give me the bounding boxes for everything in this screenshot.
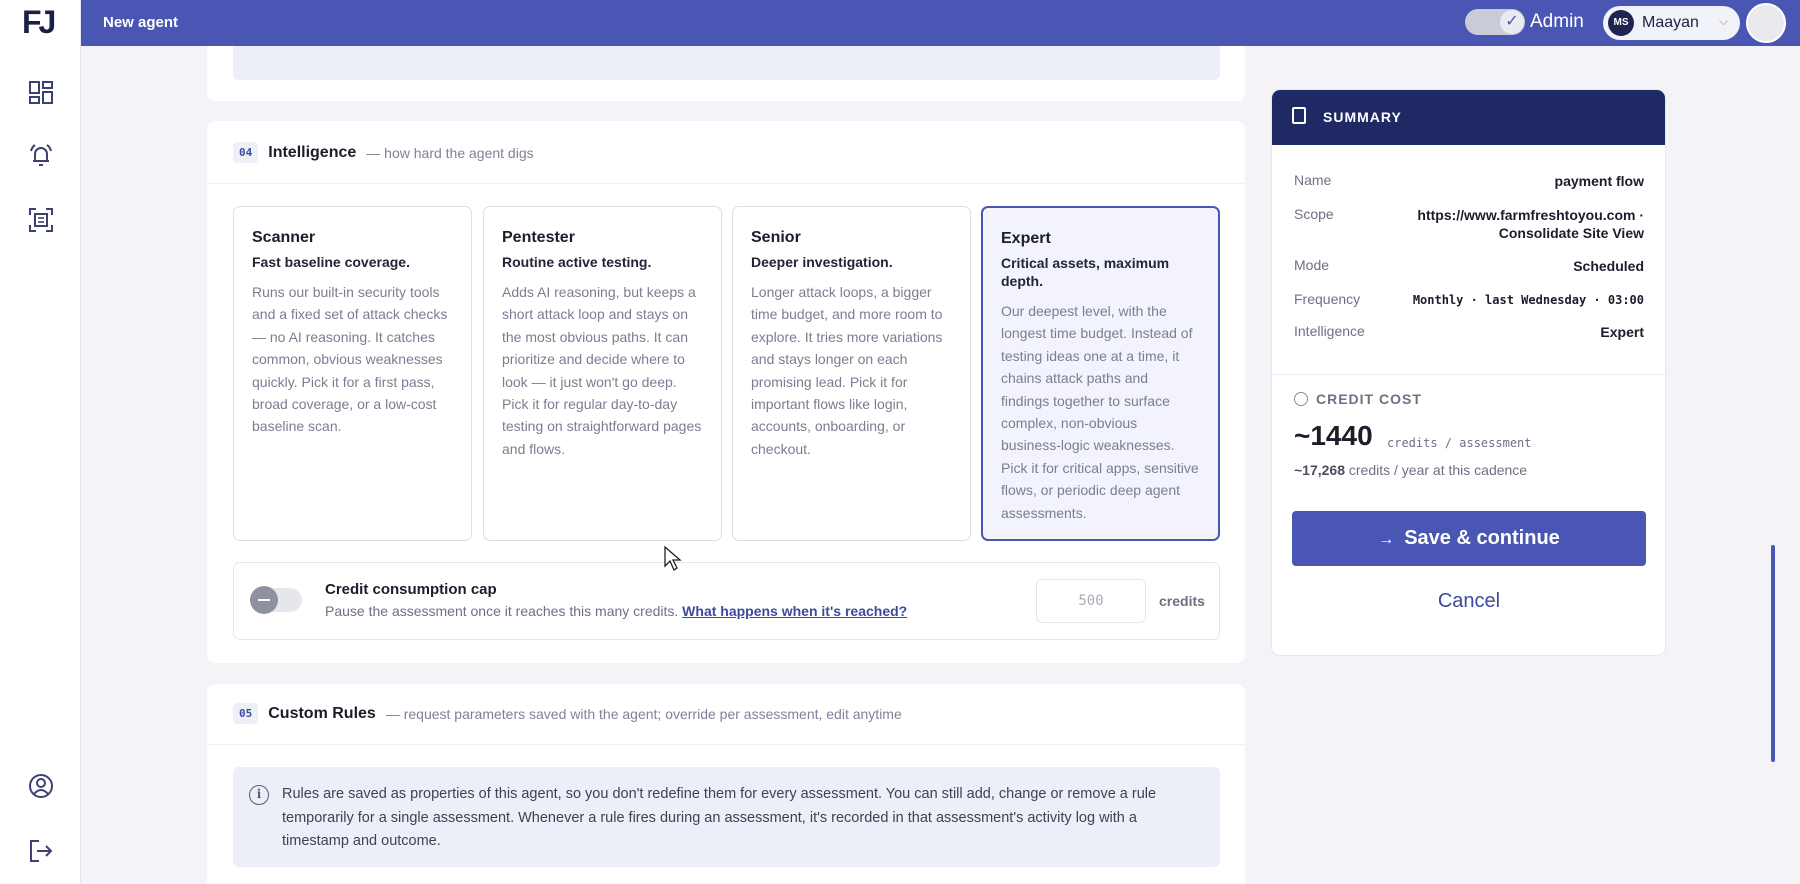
intelligence-header: 04 Intelligence — how hard the agent dig… bbox=[233, 142, 534, 163]
section-subtitle: — how hard the agent digs bbox=[366, 144, 534, 161]
credit-cap-unit: credits bbox=[1159, 593, 1205, 609]
section-divider bbox=[207, 183, 1245, 184]
summary-divider bbox=[1272, 374, 1665, 375]
credits-value: ~1440 bbox=[1294, 420, 1373, 451]
section-subtitle: — request parameters saved with the agen… bbox=[385, 705, 902, 722]
coin-icon bbox=[1294, 392, 1308, 406]
summary-value: payment flow bbox=[1554, 173, 1644, 189]
cancel-button[interactable]: Cancel bbox=[1292, 581, 1646, 621]
summary-key: Intelligence bbox=[1294, 323, 1365, 339]
summary-card: SUMMARY Name payment flow Scope https://… bbox=[1271, 89, 1666, 656]
section-title: Custom Rules bbox=[268, 704, 376, 722]
save-label: Save & continue bbox=[1404, 527, 1560, 549]
level-tagline: Fast baseline coverage. bbox=[252, 254, 410, 270]
level-card-expert[interactable]: Expert Critical assets, maximum depth. O… bbox=[981, 206, 1220, 541]
summary-key: Scope bbox=[1294, 206, 1334, 222]
summary-heading: SUMMARY bbox=[1323, 109, 1402, 125]
credit-cap-description-text: Pause the assessment once it reaches thi… bbox=[325, 603, 679, 619]
section-title: Intelligence bbox=[268, 143, 357, 161]
document-icon bbox=[1292, 107, 1306, 124]
credit-cap-row: Credit consumption cap Pause the assessm… bbox=[233, 562, 1220, 640]
page-title: New agent bbox=[103, 14, 179, 31]
info-icon: i bbox=[249, 785, 269, 805]
previous-section-strip bbox=[233, 46, 1220, 80]
scrollbar-thumb[interactable] bbox=[1771, 545, 1775, 762]
summary-key: Name bbox=[1294, 172, 1332, 188]
yearly-credits-value: ~17,268 bbox=[1294, 462, 1345, 478]
section-divider bbox=[207, 744, 1245, 745]
section-number: 04 bbox=[233, 142, 259, 163]
save-continue-button[interactable]: → Save & continue bbox=[1292, 511, 1646, 566]
level-name: Scanner bbox=[252, 229, 316, 246]
scan-icon[interactable] bbox=[26, 205, 56, 235]
credit-cap-title: Credit consumption cap bbox=[325, 581, 497, 598]
credit-cap-toggle[interactable] bbox=[250, 586, 302, 614]
yearly-credits-suffix: credits / year at this cadence bbox=[1348, 462, 1528, 478]
level-name: Pentester bbox=[502, 229, 575, 246]
summary-value: Scheduled bbox=[1573, 258, 1644, 274]
custom-rules-info-text: Rules are saved as properties of this ag… bbox=[282, 786, 1157, 849]
summary-value: Expert bbox=[1600, 324, 1644, 340]
app-logo[interactable]: FJ bbox=[22, 4, 56, 41]
summary-value: Monthly · last Wednesday · 03:00 bbox=[1412, 293, 1644, 307]
level-tagline: Critical assets, maximum depth. bbox=[1001, 255, 1170, 289]
level-card-senior[interactable]: Senior Deeper investigation. Longer atta… bbox=[732, 206, 971, 541]
level-description: Adds AI reasoning, but keeps a short att… bbox=[502, 284, 702, 457]
summary-header: SUMMARY bbox=[1272, 90, 1665, 145]
avatar: MS bbox=[1608, 10, 1634, 36]
logout-icon[interactable] bbox=[26, 836, 56, 866]
admin-label: Admin bbox=[1530, 11, 1584, 32]
credit-cap-description: Pause the assessment once it reaches thi… bbox=[325, 603, 907, 619]
level-tagline: Deeper investigation. bbox=[751, 254, 893, 270]
check-icon: ✓ bbox=[1500, 10, 1524, 34]
user-menu[interactable]: MS Maayan ⌵ bbox=[1603, 6, 1740, 40]
credit-cap-input[interactable]: 500 bbox=[1036, 579, 1146, 623]
summary-key: Frequency bbox=[1294, 291, 1361, 307]
level-name: Expert bbox=[1001, 230, 1051, 247]
top-bar: New agent ✓ Admin MS Maayan ⌵ bbox=[81, 0, 1800, 46]
user-name: Maayan bbox=[1642, 14, 1699, 31]
account-icon[interactable] bbox=[26, 771, 56, 801]
level-name: Senior bbox=[751, 229, 801, 246]
level-card-scanner[interactable]: Scanner Fast baseline coverage. Runs our… bbox=[233, 206, 472, 541]
custom-rules-info-box: i Rules are saved as properties of this … bbox=[233, 767, 1220, 867]
credit-cap-help-link[interactable]: What happens when it's reached? bbox=[682, 603, 907, 619]
credit-cost-heading: CREDIT COST bbox=[1316, 391, 1422, 407]
admin-mode-toggle[interactable]: ✓ bbox=[1465, 9, 1525, 35]
profile-avatar[interactable] bbox=[1746, 3, 1786, 43]
mouse-cursor-icon bbox=[664, 546, 682, 571]
summary-key: Mode bbox=[1294, 257, 1330, 273]
level-tagline: Routine active testing. bbox=[502, 254, 652, 270]
summary-value: https://www.farmfreshtoyou.com · Consoli… bbox=[1417, 207, 1644, 241]
arrow-right-icon: → bbox=[1378, 531, 1395, 548]
summary-row-scope: Scope https://www.farmfreshtoyou.com · C… bbox=[1294, 206, 1644, 244]
credit-cost-label: CREDIT COST bbox=[1294, 391, 1422, 407]
credits-unit: credits / assessment bbox=[1387, 436, 1532, 450]
level-description: Longer attack loops, a bigger time budge… bbox=[751, 284, 943, 457]
chevron-down-icon: ⌵ bbox=[1719, 14, 1729, 28]
toggle-off-knob bbox=[250, 586, 278, 614]
custom-rules-header: 05 Custom Rules — request parameters sav… bbox=[233, 703, 902, 724]
alert-bell-icon[interactable] bbox=[26, 140, 56, 170]
section-number: 05 bbox=[233, 703, 259, 724]
dashboard-icon[interactable] bbox=[26, 77, 56, 107]
yearly-credits: ~17,268 credits / year at this cadence bbox=[1294, 462, 1527, 478]
left-sidebar: FJ bbox=[0, 0, 81, 884]
level-card-pentester[interactable]: Pentester Routine active testing. Adds A… bbox=[483, 206, 722, 541]
level-description: Our deepest level, with the longest time… bbox=[1001, 303, 1199, 521]
level-description: Runs our built-in security tools and a f… bbox=[252, 284, 448, 435]
